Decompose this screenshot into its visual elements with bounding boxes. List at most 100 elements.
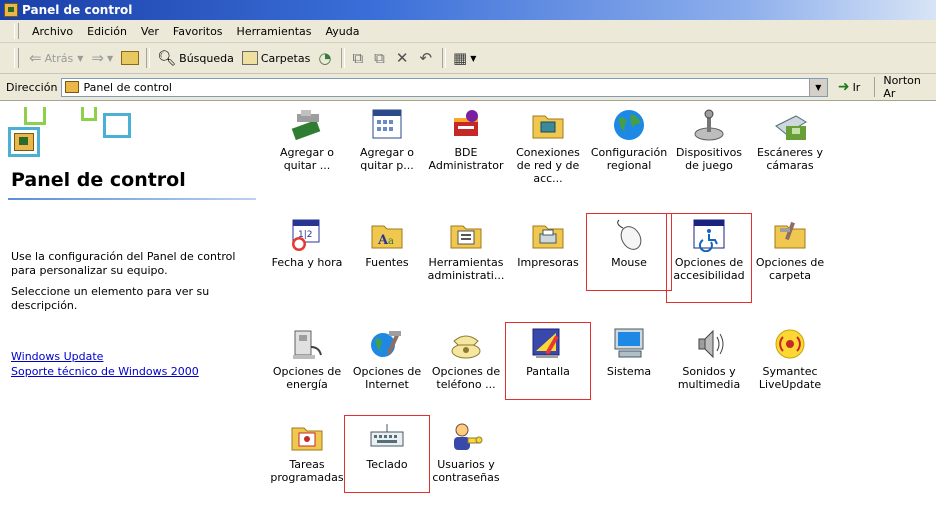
cpl-item[interactable]: BDE Administrator xyxy=(427,108,505,172)
address-value: Panel de control xyxy=(83,80,172,94)
folders-icon xyxy=(241,51,258,65)
scanner-icon xyxy=(772,108,808,142)
toolbar-grip xyxy=(14,48,19,68)
menu-herramientas[interactable]: Herramientas xyxy=(230,25,319,38)
go-label: Ir xyxy=(852,80,861,94)
cpl-item[interactable]: Usuarios y contraseñas xyxy=(427,420,505,484)
calendar-clock-icon: 1|2 xyxy=(289,218,325,252)
cpl-item[interactable]: Sonidos y multimedia xyxy=(670,327,748,391)
cpl-item[interactable]: Opciones de teléfono ... xyxy=(427,327,505,391)
folders-label: Carpetas xyxy=(260,51,311,65)
menu-ver[interactable]: Ver xyxy=(134,25,166,38)
back-arrow-icon: ⇐ xyxy=(29,49,42,67)
title-bar: Panel de control xyxy=(0,0,936,20)
internet-globe-icon xyxy=(369,327,405,361)
computer-icon xyxy=(611,327,647,361)
undo-button[interactable]: ↶ xyxy=(415,46,439,70)
toolbar-separator-2 xyxy=(341,48,346,68)
cpl-item[interactable]: Opciones de Internet xyxy=(348,327,426,391)
scheduled-tasks-icon xyxy=(289,420,325,454)
phone-icon xyxy=(448,327,484,361)
cpl-item[interactable]: Impresoras xyxy=(509,218,587,269)
cpl-item-label: Herramientas administrati... xyxy=(427,256,505,282)
delete-button[interactable]: ✕ xyxy=(392,46,416,70)
menu-archivo[interactable]: Archivo xyxy=(25,25,80,38)
highlight-box xyxy=(344,415,430,493)
forward-dropdown-icon: ▼ xyxy=(106,53,114,63)
joystick-icon xyxy=(691,108,727,142)
control-panel-small-icon xyxy=(65,81,80,93)
cpl-item[interactable]: Symantec LiveUpdate xyxy=(751,327,829,391)
views-icon: ▦ xyxy=(453,49,468,67)
move-to-icon: ⧉ xyxy=(352,49,364,67)
add-remove-programs-icon xyxy=(369,108,405,142)
sidebar: Panel de control Use la configuración de… xyxy=(0,101,265,505)
highlight-box xyxy=(505,322,591,400)
norton-toolbar[interactable]: Norton Ar xyxy=(874,74,936,100)
cpl-item-label: Usuarios y contraseñas xyxy=(432,458,500,484)
up-folder-button[interactable] xyxy=(117,46,143,70)
menu-edicion[interactable]: Edición xyxy=(80,25,134,38)
support-link[interactable]: Soporte técnico de Windows 2000 xyxy=(11,365,199,378)
menu-ayuda[interactable]: Ayuda xyxy=(318,25,366,38)
move-to-button[interactable]: ⧉ xyxy=(348,46,370,70)
globe-icon xyxy=(611,108,647,142)
control-panel-icon xyxy=(4,3,18,17)
cpl-item-label: Opciones de Internet xyxy=(352,365,422,391)
search-button[interactable]: 🔍︎ Búsqueda xyxy=(153,46,238,70)
highlight-box xyxy=(586,213,672,291)
sidebar-title: Panel de control xyxy=(11,169,186,191)
go-arrow-icon: ➜ xyxy=(837,79,850,95)
add-remove-hardware-icon xyxy=(289,108,325,142)
cpl-item[interactable]: Opciones de carpeta xyxy=(751,218,829,282)
address-label: Dirección xyxy=(6,80,58,94)
up-folder-icon xyxy=(121,51,140,65)
cpl-item[interactable]: Agregar o quitar ... xyxy=(268,108,346,172)
bde-administrator-icon xyxy=(448,108,484,142)
copy-to-button[interactable]: ⧉ xyxy=(370,46,392,70)
cpl-item[interactable]: Sistema xyxy=(590,327,668,378)
cpl-item[interactable]: Escáneres y cámaras xyxy=(751,108,829,172)
speaker-icon xyxy=(691,327,727,361)
control-panel-large-icon xyxy=(14,133,34,151)
cpl-item[interactable]: Aa Fuentes xyxy=(348,218,426,269)
delete-icon: ✕ xyxy=(395,49,409,67)
cpl-item-label: Sistema xyxy=(606,365,652,378)
cpl-item[interactable]: Agregar o quitar p... xyxy=(348,108,426,172)
go-button[interactable]: ➜ Ir xyxy=(838,79,861,95)
menu-bar: Archivo Edición Ver Favoritos Herramient… xyxy=(0,20,936,43)
cpl-item[interactable]: Herramientas administrati... xyxy=(427,218,505,282)
cpl-item-label: Configuración regional xyxy=(590,146,668,172)
cpl-item-label: Dispositivos de juego xyxy=(675,146,743,172)
windows-update-link[interactable]: Windows Update xyxy=(11,350,103,363)
back-dropdown-icon: ▼ xyxy=(77,53,84,63)
toolbar-separator-3 xyxy=(442,48,447,68)
menu-favoritos[interactable]: Favoritos xyxy=(166,25,230,38)
address-dropdown-icon[interactable]: ▼ xyxy=(808,78,827,96)
cpl-item-label: Tareas programadas xyxy=(270,458,344,484)
cpl-item[interactable]: Dispositivos de juego xyxy=(670,108,748,172)
fonts-folder-icon: Aa xyxy=(369,218,405,252)
menu-grip xyxy=(14,23,19,39)
cpl-item-label: Fecha y hora xyxy=(271,256,343,269)
cpl-item-label: Symantec LiveUpdate xyxy=(758,365,822,391)
views-button[interactable]: ▦ ▼ xyxy=(449,46,480,70)
folders-button[interactable]: Carpetas xyxy=(238,46,314,70)
highlight-box xyxy=(666,213,752,303)
cpl-item[interactable]: 1|2 Fecha y hora xyxy=(268,218,346,269)
sidebar-hint: Seleccione un elemento para ver su descr… xyxy=(11,285,210,312)
history-button[interactable]: ◔ xyxy=(314,46,338,70)
folder-options-icon xyxy=(772,218,808,252)
forward-arrow-icon: ⇒ xyxy=(91,49,104,67)
admin-tools-icon xyxy=(448,218,484,252)
back-button[interactable]: ⇐ Atrás ▼ xyxy=(25,46,87,70)
cpl-item[interactable]: Configuración regional xyxy=(590,108,668,172)
cpl-item-label: BDE Administrator xyxy=(428,146,504,172)
cpl-item[interactable]: Conexiones de red y de acc... xyxy=(509,108,587,185)
cpl-item-label: Opciones de energía xyxy=(272,365,342,391)
address-field[interactable]: Panel de control ▼ xyxy=(61,77,828,97)
cpl-item[interactable]: Tareas programadas xyxy=(268,420,346,484)
cpl-item[interactable]: Opciones de energía xyxy=(268,327,346,391)
cpl-item-label: Opciones de carpeta xyxy=(755,256,825,282)
forward-button[interactable]: ⇒ ▼ xyxy=(87,46,117,70)
